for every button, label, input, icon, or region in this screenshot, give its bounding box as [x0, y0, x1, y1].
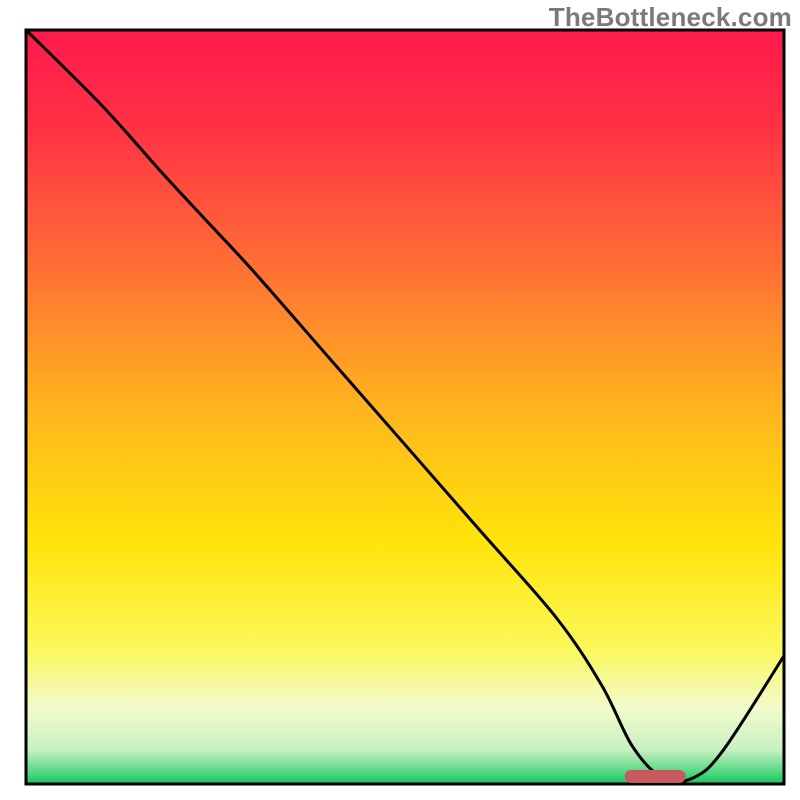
bottleneck-chart	[0, 0, 800, 800]
optimal-marker	[625, 770, 686, 783]
plot-background-gradient	[26, 30, 784, 784]
